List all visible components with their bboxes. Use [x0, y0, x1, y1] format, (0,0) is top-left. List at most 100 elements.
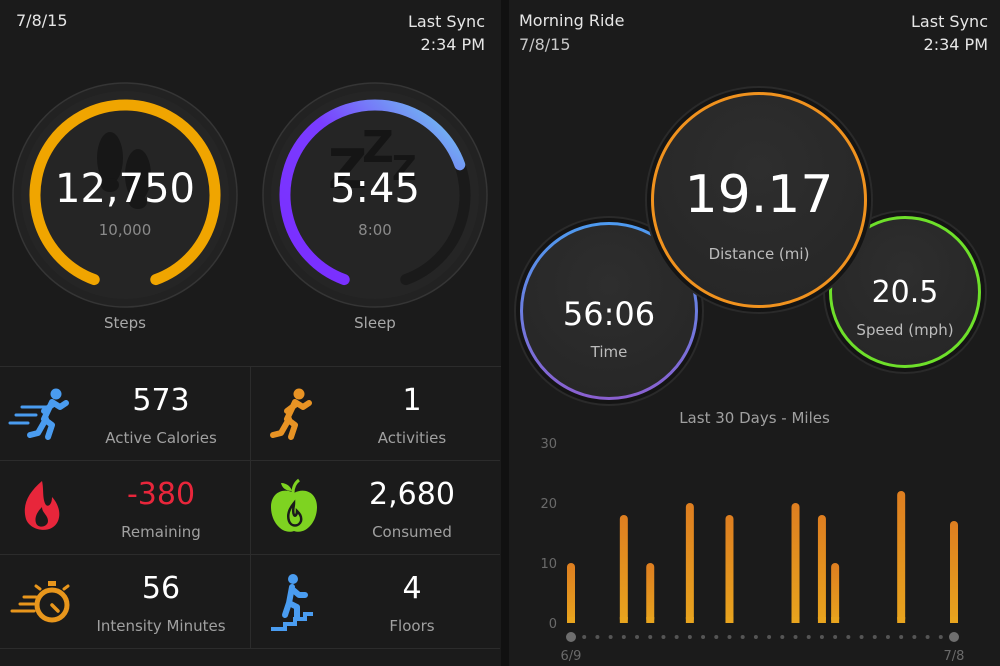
- timeline-dot[interactable]: [621, 635, 626, 639]
- timeline-dot[interactable]: [648, 635, 653, 639]
- last-sync: Last Sync 2:34 PM: [911, 10, 988, 56]
- stats-grid: 573 Active Calories 1 Activities -380 Re…: [0, 366, 501, 649]
- timeline-dot[interactable]: [753, 635, 758, 639]
- stat-value: 1: [402, 383, 422, 418]
- bar[interactable]: [646, 563, 655, 623]
- stat-value: 4: [402, 571, 422, 606]
- timeline-dot[interactable]: [767, 635, 772, 639]
- sleep-gauge[interactable]: Z Z Z 5:45 8:00: [260, 80, 490, 310]
- bar[interactable]: [817, 515, 826, 623]
- timeline-dot[interactable]: [833, 635, 838, 639]
- stat-floors[interactable]: 4 Floors: [250, 555, 500, 649]
- stat-label: Activities: [377, 429, 447, 447]
- timeline-dot[interactable]: [872, 635, 877, 639]
- runner-icon: [270, 388, 312, 440]
- stat-remaining[interactable]: -380 Remaining: [0, 461, 250, 555]
- activity-title: Morning Ride: [519, 11, 625, 30]
- speed-label: Speed (mph): [856, 321, 954, 339]
- timeline-dot[interactable]: [608, 635, 613, 639]
- stopwatch-fast-icon: [10, 581, 70, 623]
- timeline-dot[interactable]: [846, 635, 851, 639]
- distance-bubble[interactable]: 19.17 Distance (mi): [651, 92, 867, 308]
- stat-value: 56: [141, 571, 181, 606]
- timeline-dot[interactable]: [938, 635, 943, 639]
- stairs-climber-icon: [271, 574, 313, 631]
- timeline-dot[interactable]: [582, 635, 587, 639]
- running-fast-icon: [8, 388, 69, 440]
- sleep-goal: 8:00: [358, 221, 392, 239]
- stat-consumed[interactable]: 2,680 Consumed: [250, 461, 500, 555]
- timeline-dot[interactable]: [701, 635, 706, 639]
- steps-label: Steps: [104, 314, 146, 332]
- timeline-dot[interactable]: [859, 635, 864, 639]
- distance-label: Distance (mi): [708, 245, 810, 263]
- date-label: 7/8/15: [16, 11, 68, 30]
- last-sync-time: 2:34 PM: [923, 35, 988, 54]
- bar[interactable]: [619, 515, 628, 623]
- speed-value: 20.5: [871, 275, 939, 310]
- steps-gauge[interactable]: 12,750 10,000: [10, 80, 240, 310]
- timeline-dot[interactable]: [661, 635, 666, 639]
- bar-base: [685, 617, 694, 623]
- bar-base: [725, 617, 734, 623]
- bar-base: [646, 617, 655, 623]
- stat-intensity-minutes[interactable]: 56 Intensity Minutes: [0, 555, 250, 649]
- y-tick-label: 0: [549, 617, 557, 632]
- timeline-dot[interactable]: [714, 635, 719, 639]
- bar-base: [791, 617, 800, 623]
- timeline-dot[interactable]: [885, 635, 890, 639]
- daily-summary-panel: 7/8/15 Last Sync 2:34 PM 12,750 10,000 S…: [0, 0, 501, 666]
- sleep-label: Sleep: [354, 314, 396, 332]
- bar[interactable]: [831, 563, 840, 623]
- timeline-dot[interactable]: [819, 635, 824, 639]
- bar-base: [950, 617, 958, 623]
- bar[interactable]: [791, 503, 800, 623]
- timeline-dot[interactable]: [687, 635, 692, 639]
- stat-label: Remaining: [121, 523, 201, 541]
- steps-value: 12,750: [55, 166, 195, 212]
- timeline-dot[interactable]: [780, 635, 785, 639]
- timeline-dot[interactable]: [793, 635, 798, 639]
- stat-label: Floors: [389, 617, 435, 635]
- timeline-dot[interactable]: [740, 635, 745, 639]
- last-sync-time: 2:34 PM: [420, 35, 485, 54]
- bar-base: [567, 617, 575, 623]
- stat-activities[interactable]: 1 Activities: [250, 367, 500, 461]
- bar[interactable]: [897, 491, 906, 623]
- bar-base: [817, 617, 826, 623]
- stat-active-calories[interactable]: 573 Active Calories: [0, 367, 250, 461]
- stat-value: 2,680: [369, 477, 455, 512]
- y-tick-label: 30: [540, 437, 557, 452]
- timeline-dot[interactable]: [674, 635, 679, 639]
- bar[interactable]: [567, 563, 575, 623]
- stat-value: -380: [126, 477, 196, 512]
- flame-icon: [24, 481, 60, 530]
- timeline-dot[interactable]: [912, 635, 917, 639]
- y-tick-label: 20: [540, 497, 557, 512]
- stat-label: Active Calories: [105, 429, 217, 447]
- bar-base: [831, 617, 840, 623]
- x-tick-label: 6/9: [561, 649, 582, 664]
- last-sync-label: Last Sync: [911, 12, 988, 31]
- timeline-dot[interactable]: [925, 635, 930, 639]
- bar[interactable]: [685, 503, 694, 623]
- timeline-dot[interactable]: [806, 635, 811, 639]
- apple-flame-icon: [271, 478, 317, 532]
- activity-date: 7/8/15: [519, 35, 571, 54]
- timeline-dot[interactable]: [727, 635, 732, 639]
- bar[interactable]: [725, 515, 734, 623]
- timeline-dot[interactable]: [635, 635, 640, 639]
- sleep-value: 5:45: [330, 166, 420, 212]
- timeline-endpoint[interactable]: [566, 632, 576, 642]
- timeline-dot[interactable]: [899, 635, 904, 639]
- stat-label: Consumed: [372, 523, 452, 541]
- timeline-endpoint[interactable]: [949, 632, 959, 642]
- bar-base: [619, 617, 628, 623]
- panel-divider: [501, 0, 509, 666]
- miles-bar-chart[interactable]: 0 10 20 30 6/9 7/8: [509, 430, 1000, 666]
- chart-title: Last 30 Days - Miles: [679, 409, 830, 427]
- timeline-dot[interactable]: [595, 635, 600, 639]
- bar-base: [897, 617, 906, 623]
- bar[interactable]: [950, 521, 958, 623]
- time-label: Time: [590, 343, 628, 361]
